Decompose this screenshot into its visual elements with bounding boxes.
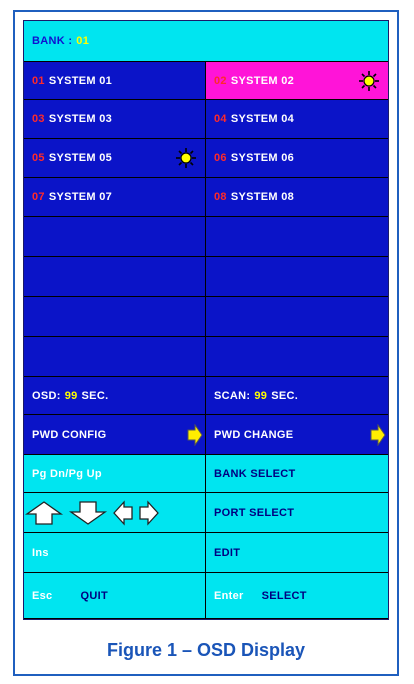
scan-timer[interactable]: SCAN: 99 SEC. [206,377,388,415]
system-row: 03 SYSTEM 03 04 SYSTEM 04 [24,100,388,139]
empty-slot [206,217,388,257]
system-number: 05 [32,152,45,164]
arrow-down-icon [68,500,108,525]
system-number: 04 [214,113,227,125]
quit-label: QUIT [80,589,108,602]
password-row: PWD CONFIG PWD CHANGE [24,415,388,455]
osd-timer[interactable]: OSD: 99 SEC. [24,377,206,415]
scan-value: 99 [254,389,268,402]
system-number: 07 [32,191,45,203]
empty-row [24,337,388,377]
system-slot-06[interactable]: 06 SYSTEM 06 [206,139,388,178]
system-number: 03 [32,113,45,125]
empty-row [24,297,388,337]
pg-keys-hint: Pg Dn/Pg Up [24,455,206,493]
bank-header-row: BANK : 01 [24,21,388,62]
figure-frame: BANK : 01 01 SYSTEM 01 02 SYSTEM 02 03 S… [13,10,399,676]
help-row: Ins EDIT [24,533,388,573]
esc-label: Esc [32,589,53,602]
bank-header: BANK : 01 [24,21,388,62]
system-slot-07[interactable]: 07 SYSTEM 07 [24,178,206,217]
arrow-right-icon [370,423,386,446]
port-select-label: PORT SELECT [214,506,295,519]
help-row: Esc QUIT Enter SELECT [24,573,388,619]
figure-caption: Figure 1 – OSD Display [106,640,306,660]
select-label: SELECT [261,589,307,602]
system-slot-04[interactable]: 04 SYSTEM 04 [206,100,388,139]
system-row: 01 SYSTEM 01 02 SYSTEM 02 [24,62,388,100]
arrow-up-icon [24,500,64,525]
system-name: SYSTEM 03 [48,113,113,125]
system-name: SYSTEM 04 [230,113,295,125]
system-row: 05 SYSTEM 05 06 SYSTEM 06 [24,139,388,178]
bank-label: BANK : [32,35,73,47]
help-row: Pg Dn/Pg Up BANK SELECT [24,455,388,493]
system-slot-03[interactable]: 03 SYSTEM 03 [24,100,206,139]
empty-slot [24,217,206,257]
edit-hint: EDIT [206,533,388,573]
system-name: SYSTEM 01 [48,74,113,87]
system-slot-02[interactable]: 02 SYSTEM 02 [206,62,388,100]
enter-select-hint: Enter SELECT [206,573,388,619]
help-row: PORT SELECT [24,493,388,533]
pg-keys-label: Pg Dn/Pg Up [32,467,102,480]
pwd-config-button[interactable]: PWD CONFIG [24,415,206,455]
pwd-config-label: PWD CONFIG [32,428,107,441]
system-name: SYSTEM 02 [230,74,295,87]
empty-row [24,217,388,257]
arrow-left-icon [113,499,133,526]
arrow-right-outline-icon [139,499,159,526]
bank-select-hint: BANK SELECT [206,455,388,493]
esc-quit-hint: Esc QUIT [24,573,206,619]
system-slot-05[interactable]: 05 SYSTEM 05 [24,139,206,178]
bank-select-label: BANK SELECT [214,467,296,480]
arrow-right-icon [187,423,203,446]
bank-value: 01 [76,35,90,47]
sun-icon [176,148,196,168]
osd-value: 99 [64,389,78,402]
empty-slot [24,337,206,377]
scan-label: SCAN: [214,389,251,402]
pwd-change-button[interactable]: PWD CHANGE [206,415,388,455]
system-number: 01 [32,74,45,87]
empty-slot [206,257,388,297]
system-name: SYSTEM 05 [48,152,113,164]
empty-slot [206,337,388,377]
edit-label: EDIT [214,546,241,559]
osd-label: OSD: [32,389,61,402]
system-name: SYSTEM 08 [230,191,295,203]
timer-row: OSD: 99 SEC. SCAN: 99 SEC. [24,377,388,415]
system-number: 08 [214,191,227,203]
system-row: 07 SYSTEM 07 08 SYSTEM 08 [24,178,388,217]
port-select-hint: PORT SELECT [206,493,388,533]
arrow-keys-hint [24,493,206,533]
system-slot-08[interactable]: 08 SYSTEM 08 [206,178,388,217]
enter-label: Enter [214,589,244,602]
empty-slot [206,297,388,337]
osd-display: BANK : 01 01 SYSTEM 01 02 SYSTEM 02 03 S… [23,20,389,620]
system-number: 02 [214,74,227,87]
system-number: 06 [214,152,227,164]
ins-label: Ins [32,546,49,559]
empty-slot [24,257,206,297]
system-name: SYSTEM 07 [48,191,113,203]
ins-hint: Ins [24,533,206,573]
empty-slot [24,297,206,337]
system-name: SYSTEM 06 [230,152,295,164]
system-slot-01[interactable]: 01 SYSTEM 01 [24,62,206,100]
pwd-change-label: PWD CHANGE [214,428,294,441]
scan-unit: SEC. [271,389,299,402]
osd-unit: SEC. [81,389,109,402]
sun-icon [359,70,379,91]
empty-row [24,257,388,297]
